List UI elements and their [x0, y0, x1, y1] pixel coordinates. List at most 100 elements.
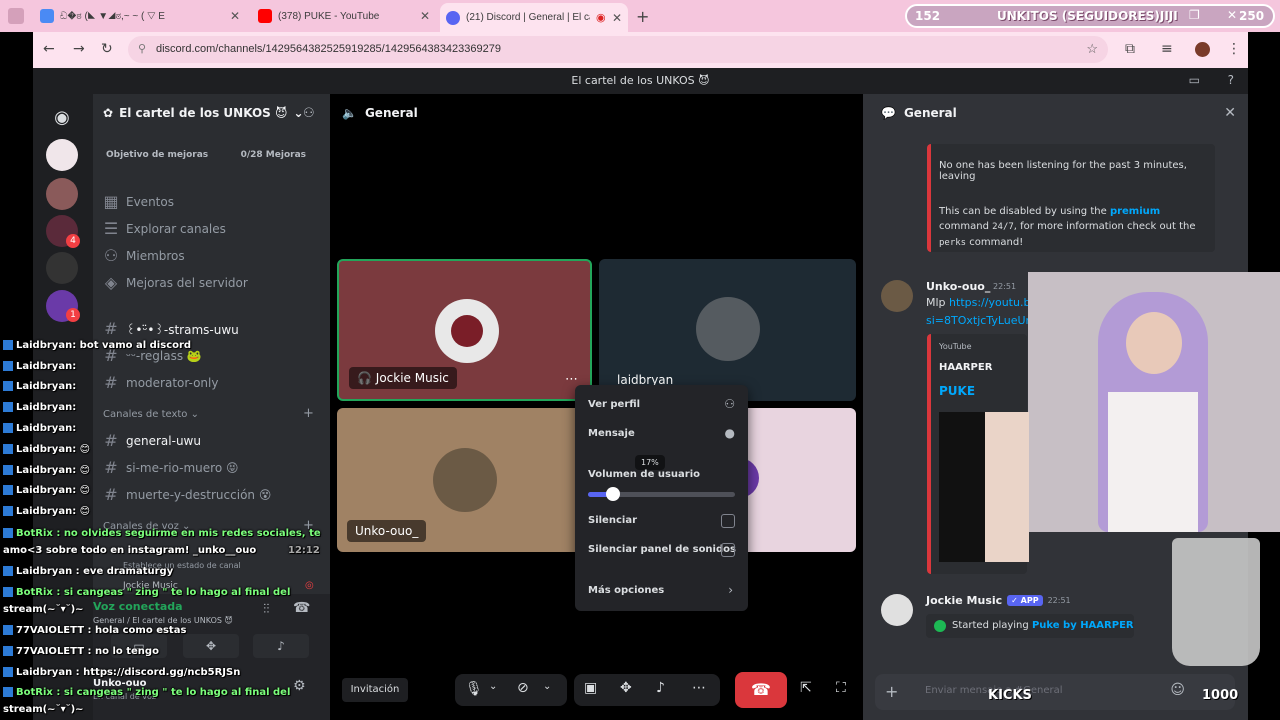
add-attachment-icon[interactable]: + [885, 682, 898, 701]
back-icon[interactable]: ← [43, 41, 55, 57]
close-icon[interactable]: ✕ [612, 11, 622, 25]
streamer-outfit [1108, 392, 1198, 532]
mute-checkbox[interactable] [721, 514, 735, 528]
star-icon[interactable]: ☆ [1086, 41, 1098, 57]
message-link[interactable]: si=8TOxtjcTyLueUr [926, 314, 1030, 327]
menu-icon[interactable]: ⋮ [1227, 41, 1241, 57]
premium-link[interactable]: premium [1110, 206, 1160, 217]
participant-tile[interactable]: 🎧 Jockie Music ⋯ [337, 259, 592, 401]
fullscreen-icon[interactable]: ⛶ [836, 680, 846, 696]
glass-overlay [1172, 538, 1260, 666]
chat-bubble-icon: ● [724, 426, 735, 440]
chat-user: Laidbryan [16, 402, 73, 413]
mute-soundboard-item[interactable]: Silenciar panel de sonidos [588, 544, 736, 555]
inbox-icon[interactable]: ▭ [1189, 73, 1200, 87]
view-profile-item[interactable]: Ver perfil [588, 399, 640, 410]
help-icon[interactable]: ? [1228, 73, 1234, 87]
message-input[interactable]: + Enviar mensaje a #General ☺ [875, 674, 1235, 710]
boost-goal[interactable]: Objetivo de mejoras 0/28 Mejoras [106, 150, 316, 160]
stream-chat-line: BotRix : si cangeas " zing " te lo hago … [3, 687, 290, 698]
disconnect-call-button[interactable]: ☎ [735, 672, 787, 708]
screen-share-icon[interactable]: ▣ [584, 680, 597, 696]
participant-tile[interactable]: laidbryan [599, 259, 856, 401]
participant-name-text: Jockie Music [375, 371, 449, 385]
discord-home-icon[interactable]: ◉ [46, 102, 78, 134]
menu-members[interactable]: ⚇ Miembros [103, 246, 185, 265]
twitch-icon [3, 506, 13, 516]
embed-author[interactable]: HAARPER [939, 362, 992, 373]
mute-soundboard-checkbox[interactable] [721, 543, 735, 557]
server-icon[interactable] [46, 178, 78, 210]
emoji-icon[interactable]: ☺ [1170, 682, 1185, 698]
embed-title[interactable]: PUKE [939, 384, 975, 398]
kicks-count: 1000 [1202, 688, 1239, 703]
camera-off-icon[interactable]: ⊘ [517, 680, 529, 696]
twitch-icon [3, 444, 13, 454]
profile-avatar[interactable] [1195, 42, 1210, 57]
cmd-code: 24/7 [992, 222, 1014, 232]
menu-server-boost[interactable]: ◈ Mejoras del servidor [103, 273, 248, 292]
chat-text: amo<3 sobre todo en instagram! _unko__ou… [3, 545, 257, 556]
url-field[interactable]: ⚲ discord.com/channels/14295643825259192… [128, 36, 1108, 63]
discord-icon [446, 10, 460, 25]
chat-text: 77VAIOLETT : no lo tengo [16, 646, 159, 657]
volume-tooltip: 17% [635, 455, 665, 470]
extensions-icon[interactable]: ⧉ [1125, 41, 1135, 57]
goal-target: 250 [1239, 9, 1265, 23]
stream-chat-line: amo<3 sobre todo en instagram! _unko__ou… [3, 545, 256, 556]
volume-knob[interactable] [605, 487, 620, 501]
soundboard-icon[interactable]: ♪ [656, 680, 665, 696]
reload-icon[interactable]: ↻ [101, 41, 113, 57]
more-icon[interactable]: ⋯ [565, 372, 578, 387]
media-icon[interactable]: ≡ [1161, 41, 1173, 57]
close-icon[interactable]: ✕ [420, 9, 430, 23]
activities-icon[interactable]: ✥ [620, 680, 632, 696]
now-playing-text: Started playing [952, 620, 1029, 631]
now-playing-link[interactable]: Puke by HAARPER [1032, 620, 1134, 631]
twitch-icon [3, 625, 13, 635]
menu-browse-channels[interactable]: ☰ Explorar canales [103, 219, 226, 238]
more-icon[interactable]: ⋯ [692, 680, 706, 696]
participant-name: Unko-ouo_ [347, 520, 427, 542]
invite-button[interactable]: Invitación [342, 678, 408, 702]
server-icon[interactable] [46, 139, 78, 171]
participant-tile[interactable]: Unko-ouo_ [337, 408, 592, 552]
microphone-icon[interactable]: 🎙 [465, 681, 483, 697]
tab-label: ඩ�ಠ (◣ ▼◢ಠ,~ ~ ( ▽ E [60, 10, 165, 22]
close-icon[interactable]: ✕ [1224, 105, 1236, 121]
add-member-icon[interactable]: ⚇ [303, 106, 315, 121]
avatar[interactable] [881, 280, 913, 312]
message-author[interactable]: Jockie Music [926, 594, 1002, 607]
new-tab-button[interactable]: + [636, 7, 649, 26]
server-header[interactable]: ✿ El cartel de los UNKOS 😈 ⌄ [103, 106, 304, 120]
tab-1[interactable]: ඩ�ಠ (◣ ▼◢ಠ,~ ~ ( ▽ E ✕ [34, 4, 246, 28]
chevron-down-icon[interactable]: ⌄ [543, 681, 551, 692]
message-item[interactable]: Mensaje [588, 428, 635, 439]
tab-2[interactable]: (378) PUKE - YouTube ✕ [252, 4, 436, 28]
message-time: 22:51 [1047, 596, 1071, 605]
chat-user: Laidbryan [16, 340, 73, 351]
avatar[interactable] [881, 594, 913, 626]
close-icon: ✕ [1227, 8, 1238, 22]
popout-icon[interactable]: ⇱ [800, 680, 812, 696]
forward-icon[interactable]: → [73, 41, 85, 57]
server-icon[interactable] [46, 252, 78, 284]
chat-text: BotRix : si cangeas " zing " te lo hago … [16, 687, 291, 698]
tab-label: (21) Discord | General | El ca [466, 12, 590, 23]
twitch-icon [3, 423, 13, 433]
menu-label: Miembros [126, 248, 185, 263]
chevron-down-icon[interactable]: ⌄ [489, 681, 497, 692]
site-info-icon[interactable]: ⚲ [138, 42, 146, 55]
menu-events[interactable]: ▦ Eventos [103, 192, 174, 211]
message-link[interactable]: https://youtu.b [949, 296, 1030, 309]
twitch-icon [3, 485, 13, 495]
mute-item[interactable]: Silenciar [588, 515, 637, 526]
volume-slider[interactable] [588, 487, 735, 501]
message-author[interactable]: Unko-ouo_ [926, 280, 990, 293]
more-options-item[interactable]: Más opciones [588, 585, 664, 596]
app-badge: ✓ APP [1007, 595, 1043, 606]
close-icon[interactable]: ✕ [230, 9, 240, 23]
tab-3[interactable]: (21) Discord | General | El ca ◉ ✕ [440, 3, 628, 32]
message-header: Jockie Music ✓ APP 22:51 [926, 594, 1071, 607]
tab-search-icon[interactable] [8, 8, 24, 24]
